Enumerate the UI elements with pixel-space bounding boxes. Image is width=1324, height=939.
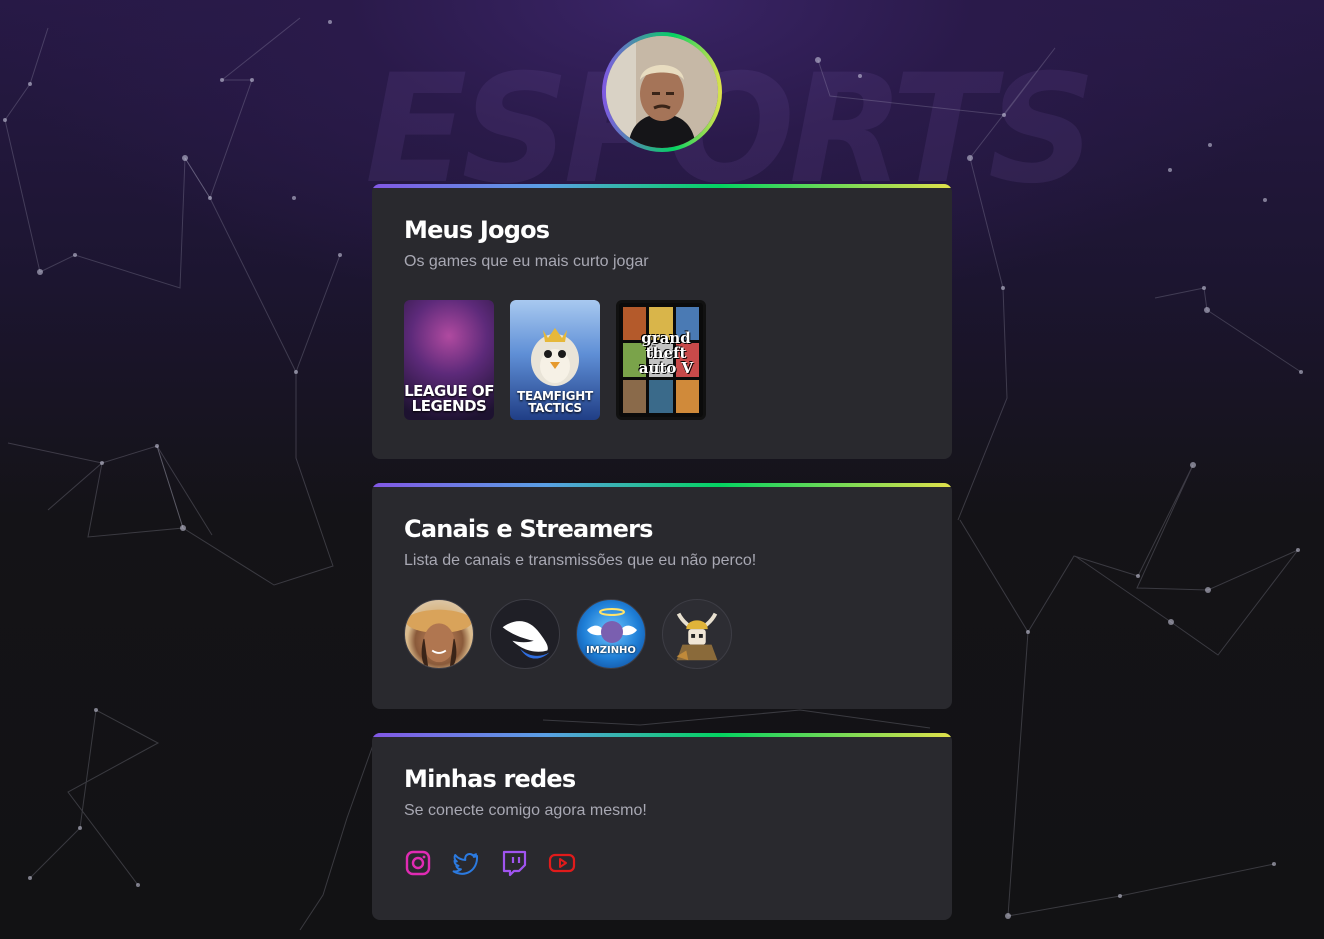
angel-mascot-icon (587, 608, 637, 643)
tft-pengu-icon (531, 328, 579, 386)
streamers-title: Canais e Streamers (404, 515, 653, 543)
games-card: Meus Jogos Os games que eu mais curto jo… (372, 184, 952, 459)
streamer-avatar-viking[interactable] (662, 599, 732, 669)
twitch-link[interactable] (500, 849, 528, 877)
streamers-list: IMZINHO (404, 599, 920, 669)
wing-logo-icon (502, 621, 550, 659)
twitch-icon (502, 850, 527, 877)
viking-mascot-icon (676, 612, 718, 661)
social-card: Minhas redes Se conecte comigo agora mes… (372, 733, 952, 920)
instagram-link[interactable] (404, 849, 432, 877)
game-league-of-legends[interactable]: LEAGUE OF LEGENDS (404, 300, 494, 420)
games-title: Meus Jogos (404, 216, 550, 244)
person-photo-icon (606, 36, 718, 148)
streamers-subtitle: Lista de canais e transmissões que eu nã… (404, 552, 757, 569)
game-gta-v[interactable]: grand theft auto V (616, 300, 706, 420)
instagram-icon (405, 850, 431, 876)
streamer-avatar-hat[interactable] (404, 599, 474, 669)
games-subtitle: Os games que eu mais curto jogar (404, 253, 649, 270)
profile-avatar[interactable] (602, 32, 722, 152)
game-caption: LEAGUE OF LEGENDS (404, 382, 494, 415)
youtube-icon (548, 853, 576, 873)
streamer-avatar-wing[interactable] (490, 599, 560, 669)
imzinho-label: IMZINHO (586, 645, 636, 656)
hat-person-icon (405, 609, 473, 668)
game-caption: grand theft auto V (638, 329, 694, 377)
streamers-card: Canais e Streamers Lista de canais e tra… (372, 483, 952, 709)
social-subtitle: Se conecte comigo agora mesmo! (404, 802, 647, 819)
game-teamfight-tactics[interactable]: TEAMFIGHT TACTICS (510, 300, 600, 420)
youtube-link[interactable] (548, 849, 576, 877)
social-title: Minhas redes (404, 765, 576, 793)
twitter-link[interactable] (452, 849, 480, 877)
streamer-avatar-imzinho[interactable]: IMZINHO (576, 599, 646, 669)
social-links (404, 849, 920, 877)
avatar-photo (606, 36, 718, 148)
games-list: LEAGUE OF LEGENDS TEAMFIGHT TACTICS gran… (404, 300, 920, 420)
twitter-icon (452, 853, 479, 875)
